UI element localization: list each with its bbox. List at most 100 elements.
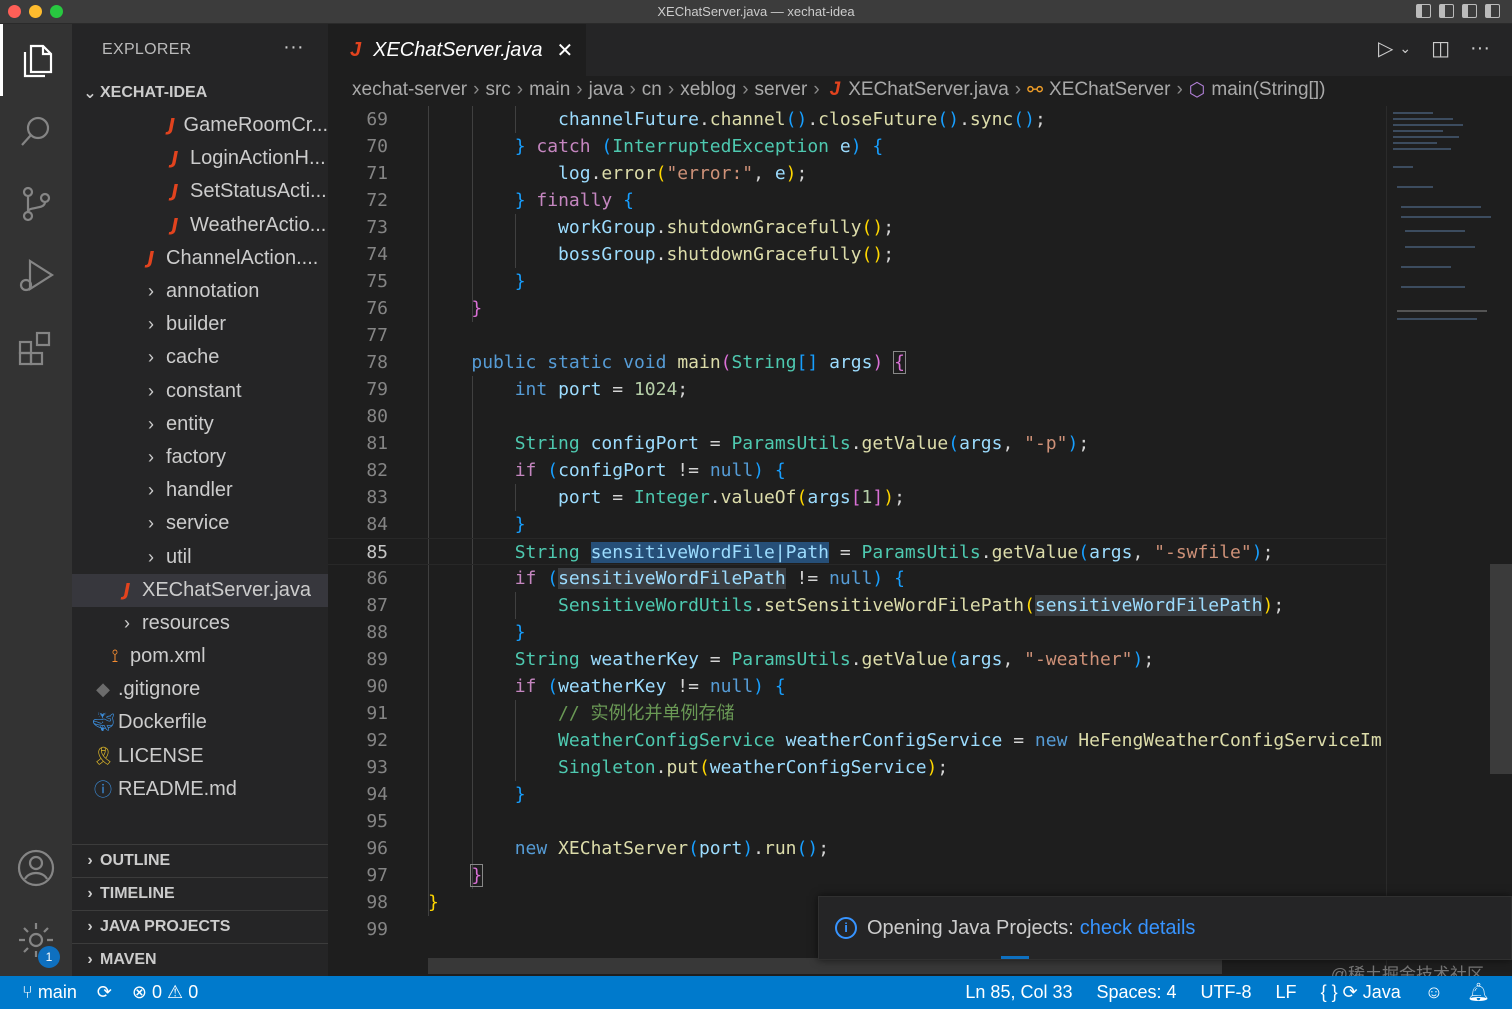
chevron-right-icon: › <box>148 546 154 567</box>
code-line-current: 85 String sensitiveWordFile|Path = Param… <box>328 538 1386 565</box>
tree-item-label: WeatherActio... <box>190 213 327 236</box>
code-line: 94 } <box>366 784 526 805</box>
bell-icon[interactable]: 🔔︎ <box>1467 982 1490 1003</box>
breadcrumb-method[interactable]: main(String[]) <box>1211 79 1325 101</box>
code-line: 78 public static void main(String[] args… <box>366 351 906 374</box>
timeline-section[interactable]: › TIMELINE <box>72 877 328 910</box>
toggle-secondary-sidebar-icon[interactable] <box>1462 4 1477 18</box>
folder-item[interactable]: › constant <box>72 375 328 408</box>
window-title: XEChatServer.java — xechat-idea <box>657 4 855 19</box>
chevron-right-icon: › <box>148 347 154 368</box>
folder-item[interactable]: › builder <box>72 308 328 341</box>
minimap-line <box>1397 310 1487 312</box>
warning-count: 0 <box>188 982 199 1002</box>
file-item[interactable]: J GameRoomCr... <box>72 109 328 142</box>
minimap-line <box>1401 206 1481 208</box>
file-item[interactable]: ⟟ pom.xml <box>72 640 328 673</box>
java-projects-section[interactable]: › JAVA PROJECTS <box>72 910 328 943</box>
explorer-more-actions-icon[interactable]: ··· <box>283 36 304 59</box>
file-item[interactable]: J XEChatServer.java <box>72 573 328 607</box>
code-line: 80 <box>366 406 388 427</box>
split-editor-icon[interactable]: ◫ <box>1431 36 1450 61</box>
maven-section[interactable]: › MAVEN <box>72 943 328 976</box>
folder-item[interactable]: › annotation <box>72 275 328 308</box>
folder-item[interactable]: › service <box>72 507 328 540</box>
file-item[interactable]: J LoginActionH... <box>72 142 328 175</box>
breadcrumb-file[interactable]: XEChatServer.java <box>848 79 1009 101</box>
breadcrumb-segment[interactable]: cn <box>642 79 662 100</box>
manage-gear-icon[interactable]: 1 <box>0 904 72 976</box>
minimap[interactable] <box>1386 106 1512 976</box>
file-item[interactable]: J SetStatusActi... <box>72 175 328 208</box>
notification-message: Opening Java Projects: <box>867 916 1074 939</box>
rss-icon: ⟟ <box>111 646 119 667</box>
chevron-down-icon[interactable]: ⌄ <box>1399 40 1411 57</box>
branch-indicator[interactable]: ⑂ main <box>22 982 77 1003</box>
account-icon[interactable] <box>0 832 72 904</box>
folder-item[interactable]: › resources <box>72 607 328 640</box>
file-item[interactable]: 🐳︎ Dockerfile <box>72 706 328 739</box>
breadcrumb-segment[interactable]: server <box>755 79 808 100</box>
language-mode[interactable]: { } ⟳ Java <box>1321 982 1401 1003</box>
outline-label: OUTLINE <box>100 852 171 869</box>
braces-icon: { } <box>1320 982 1338 1002</box>
toggle-panel-icon[interactable] <box>1439 4 1454 18</box>
breadcrumb-class[interactable]: XEChatServer <box>1049 79 1170 101</box>
breadcrumb-segment[interactable]: src <box>485 79 510 100</box>
customize-layout-icon[interactable] <box>1485 4 1500 18</box>
chevron-right-icon: › <box>148 446 154 467</box>
tree-item-label: handler <box>166 479 233 502</box>
tree-item-label: factory <box>166 445 227 468</box>
explorer-icon[interactable] <box>0 24 72 96</box>
source-control-icon[interactable] <box>0 168 72 240</box>
code-line: 81 String configPort = ParamsUtils.getVa… <box>366 433 1090 454</box>
folder-item[interactable]: › cache <box>72 341 328 374</box>
check-details-link[interactable]: check details <box>1080 917 1196 940</box>
run-debug-icon[interactable] <box>0 240 72 312</box>
extensions-icon[interactable] <box>0 312 72 384</box>
tab-xechatserver-java[interactable]: J XEChatServer.java ✕ <box>328 24 586 76</box>
file-item[interactable]: J WeatherActio... <box>72 209 328 242</box>
file-tree: J GameRoomCr... J LoginActionH... J SetStatus… <box>72 109 328 806</box>
problems-indicator[interactable]: ⊗ 0 ⚠ 0 <box>132 982 198 1003</box>
search-icon[interactable] <box>0 96 72 168</box>
line-ending[interactable]: LF <box>1276 982 1297 1003</box>
info-icon: ⓘ <box>94 780 112 801</box>
run-icon[interactable]: ▷ <box>1378 36 1393 61</box>
encoding[interactable]: UTF-8 <box>1201 982 1252 1003</box>
code-line: 93 Singleton.put(weatherConfigService); <box>366 757 949 778</box>
notification-toast[interactable]: i Opening Java Projects: check details <box>818 896 1512 960</box>
file-item[interactable]: ⓘ README.md <box>72 773 328 806</box>
folder-item[interactable]: › handler <box>72 474 328 507</box>
breadcrumb-segment[interactable]: main <box>529 79 570 100</box>
explorer-title: EXPLORER <box>102 41 192 58</box>
toggle-sidebar-icon[interactable] <box>1416 4 1431 18</box>
indentation[interactable]: Spaces: 4 <box>1096 982 1176 1003</box>
close-tab-icon[interactable]: ✕ <box>556 38 573 63</box>
sync-icon[interactable]: ⟳ <box>97 982 112 1003</box>
file-item[interactable]: J ChannelAction.... <box>72 242 328 275</box>
horizontal-scrollbar[interactable] <box>428 958 1222 974</box>
folder-item[interactable]: › factory <box>72 441 328 474</box>
vertical-scrollbar[interactable] <box>1490 564 1512 774</box>
breadcrumb-segment[interactable]: xeblog <box>680 79 736 100</box>
folder-item[interactable]: › util <box>72 540 328 573</box>
tree-item-label: annotation <box>166 280 260 303</box>
minimap-line <box>1393 136 1459 138</box>
feedback-icon[interactable]: ☺ <box>1425 982 1443 1003</box>
file-item[interactable]: 🎗︎ LICENSE <box>72 740 328 773</box>
project-section-title[interactable]: ⌄ XECHAT-IDEA <box>72 76 328 109</box>
cursor-position[interactable]: Ln 85, Col 33 <box>965 982 1072 1003</box>
breadcrumb-segment[interactable]: xechat-server <box>352 79 467 100</box>
editor-area: J XEChatServer.java ✕ ▷ ⌄ ◫ ··· xechat-s… <box>328 24 1512 976</box>
more-actions-icon[interactable]: ··· <box>1470 37 1490 60</box>
code-line: 92 WeatherConfigService weatherConfigSer… <box>366 730 1382 751</box>
chevron-right-icon: › <box>87 852 93 869</box>
breadcrumb-segment[interactable]: java <box>589 79 624 100</box>
code-editor[interactable]: 69 channelFuture.channel().closeFuture()… <box>328 106 1386 946</box>
outline-section[interactable]: › OUTLINE <box>72 844 328 877</box>
folder-item[interactable]: › entity <box>72 408 328 441</box>
breadcrumb-separator: › <box>576 79 583 100</box>
file-item[interactable]: ◆ .gitignore <box>72 673 328 706</box>
breadcrumb-separator: › <box>629 79 636 100</box>
